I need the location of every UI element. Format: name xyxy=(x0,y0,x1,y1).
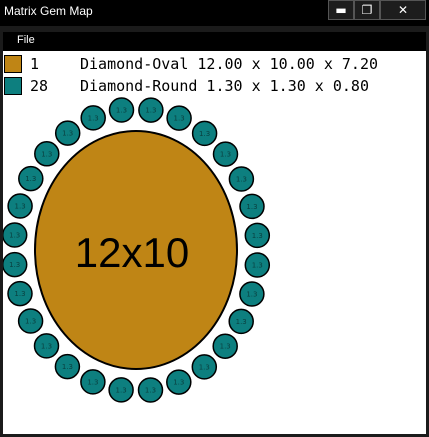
halo-stone[interactable]: 1.3 xyxy=(80,105,106,131)
halo-stone[interactable]: 1.3 xyxy=(3,251,28,278)
halo-stone-label: 1.3 xyxy=(15,203,26,211)
halo-stone[interactable]: 1.3 xyxy=(191,120,218,147)
halo-stone-label: 1.3 xyxy=(87,378,98,386)
halo-stone-label: 1.3 xyxy=(25,318,36,326)
halo-stone[interactable]: 1.3 xyxy=(239,281,265,307)
halo-stone[interactable]: 1.3 xyxy=(138,97,164,123)
menu-bar: File xyxy=(3,32,426,51)
halo-stone-label: 1.3 xyxy=(145,387,156,395)
halo-stone[interactable]: 1.3 xyxy=(228,166,255,192)
minimize-icon: ▬ xyxy=(335,3,347,17)
halo-stone-label: 1.3 xyxy=(88,114,99,122)
halo-stone[interactable]: 1.3 xyxy=(54,353,81,380)
halo-stone-label: 1.3 xyxy=(145,107,156,115)
halo-stone[interactable]: 1.3 xyxy=(80,369,106,395)
close-icon: ✕ xyxy=(397,3,409,17)
halo-stone-label: 1.3 xyxy=(25,175,36,183)
halo-stone[interactable]: 1.3 xyxy=(3,222,28,248)
app-window: Matrix Gem Map ▬ ❐ ✕ File 1 Diamond-Oval… xyxy=(0,0,429,437)
halo-stone[interactable]: 1.3 xyxy=(191,354,218,380)
halo-stone[interactable]: 1.3 xyxy=(166,105,192,131)
halo-stone[interactable]: 1.3 xyxy=(239,193,265,220)
menu-file[interactable]: File xyxy=(17,34,35,46)
halo-stone-label: 1.3 xyxy=(220,343,231,351)
halo-stone[interactable]: 1.3 xyxy=(17,308,44,334)
halo-stone-label: 1.3 xyxy=(116,107,127,115)
halo-stone-label: 1.3 xyxy=(62,363,73,371)
halo-stone-label: 1.3 xyxy=(199,130,210,138)
halo-stone[interactable]: 1.3 xyxy=(54,120,81,146)
halo-stone[interactable]: 1.3 xyxy=(166,369,192,395)
halo-stone-label: 1.3 xyxy=(236,318,247,326)
halo-stone[interactable]: 1.3 xyxy=(244,252,271,278)
halo-stone-label: 1.3 xyxy=(41,342,52,350)
halo-stone-label: 1.3 xyxy=(14,290,25,298)
halo-stone-label: 1.3 xyxy=(9,261,20,269)
halo-stone[interactable]: 1.3 xyxy=(7,280,33,307)
halo-stone-label: 1.3 xyxy=(41,150,52,158)
gem-map-canvas: 1 Diamond-Oval 12.00 x 10.00 x 7.20 28 D… xyxy=(3,51,426,434)
center-stone-label: 12x10 xyxy=(75,229,189,276)
halo-stone[interactable]: 1.3 xyxy=(34,141,60,167)
window-title: Matrix Gem Map xyxy=(4,4,93,18)
maximize-icon: ❐ xyxy=(361,3,373,17)
halo-stone-label: 1.3 xyxy=(116,386,127,394)
halo-stone-label: 1.3 xyxy=(62,130,73,138)
halo-stone-label: 1.3 xyxy=(173,379,184,387)
halo-stone-label: 1.3 xyxy=(9,232,20,240)
halo-stone-label: 1.3 xyxy=(220,151,231,159)
title-bar[interactable]: Matrix Gem Map ▬ ❐ ✕ xyxy=(0,0,429,26)
halo-stone-label: 1.3 xyxy=(246,291,257,299)
minimize-button[interactable]: ▬ xyxy=(328,0,354,20)
halo-stone-label: 1.3 xyxy=(174,115,185,123)
halo-stone-label: 1.3 xyxy=(246,203,257,211)
halo-stone-label: 1.3 xyxy=(252,262,263,270)
halo-stone[interactable]: 1.3 xyxy=(212,333,238,359)
halo-stone-label: 1.3 xyxy=(252,232,263,240)
halo-stone-label: 1.3 xyxy=(199,363,210,371)
halo-stone[interactable]: 1.3 xyxy=(137,377,164,403)
halo-stone[interactable]: 1.3 xyxy=(228,308,254,335)
halo-stone[interactable]: 1.3 xyxy=(108,377,134,403)
halo-stone[interactable]: 1.3 xyxy=(18,165,44,192)
halo-stone[interactable]: 1.3 xyxy=(212,141,239,167)
halo-stone[interactable]: 1.3 xyxy=(244,222,271,249)
gem-map: 1.3 1.3 1.3 1.3 1.3 1.3 1.3 1.3 1.3 1.3 1.3 1.3 1.3 1… xyxy=(3,97,271,403)
halo-stone-label: 1.3 xyxy=(236,176,247,184)
halo-stone[interactable]: 1.3 xyxy=(33,333,60,359)
maximize-button[interactable]: ❐ xyxy=(354,0,380,20)
close-button[interactable]: ✕ xyxy=(380,0,426,20)
halo-stone[interactable]: 1.3 xyxy=(7,193,33,219)
halo-stone[interactable]: 1.3 xyxy=(108,97,135,123)
